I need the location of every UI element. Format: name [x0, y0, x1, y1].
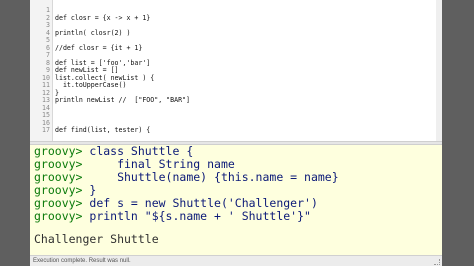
output-result: Challenger Shuttle — [34, 232, 159, 246]
output-pane: groovy> class Shuttle {groovy> final Str… — [30, 145, 442, 255]
output-code: } — [82, 183, 97, 197]
output-code: def s = new Shuttle('Challenger') — [82, 196, 318, 210]
groovy-prompt: groovy> — [34, 157, 83, 171]
output-code: println "${s.name + ' Shuttle'}" — [82, 209, 311, 223]
code-line: 17 def find(list, tester) { — [30, 126, 434, 135]
groovy-prompt: groovy> — [34, 170, 83, 184]
groovy-prompt: groovy> — [34, 196, 83, 210]
line-number: 17 — [42, 126, 50, 134]
resize-grip-icon[interactable] — [434, 259, 440, 265]
left-background-strip — [0, 0, 30, 266]
status-bar: Execution complete. Result was null. — [30, 255, 442, 266]
code-text: def find(list, tester) { — [55, 126, 151, 134]
right-background-strip — [442, 0, 474, 266]
status-text: Execution complete. Result was null. — [33, 258, 131, 264]
script-editor[interactable]: 1 2 def closr = {x -> x + 1} 3 4 println( clo… — [30, 0, 442, 141]
groovy-prompt: groovy> — [34, 183, 83, 197]
groovy-console-window: 1 2 def closr = {x -> x + 1} 3 4 println( clo… — [0, 0, 474, 266]
output-line: groovy> println "${s.name + ' Shuttle'}" — [34, 210, 311, 223]
groovy-prompt: groovy> — [34, 209, 83, 223]
editor-scrollbar[interactable] — [436, 0, 442, 141]
output-code: final String name — [82, 157, 235, 171]
output-code: Shuttle(name) {this.name = name} — [82, 170, 339, 184]
